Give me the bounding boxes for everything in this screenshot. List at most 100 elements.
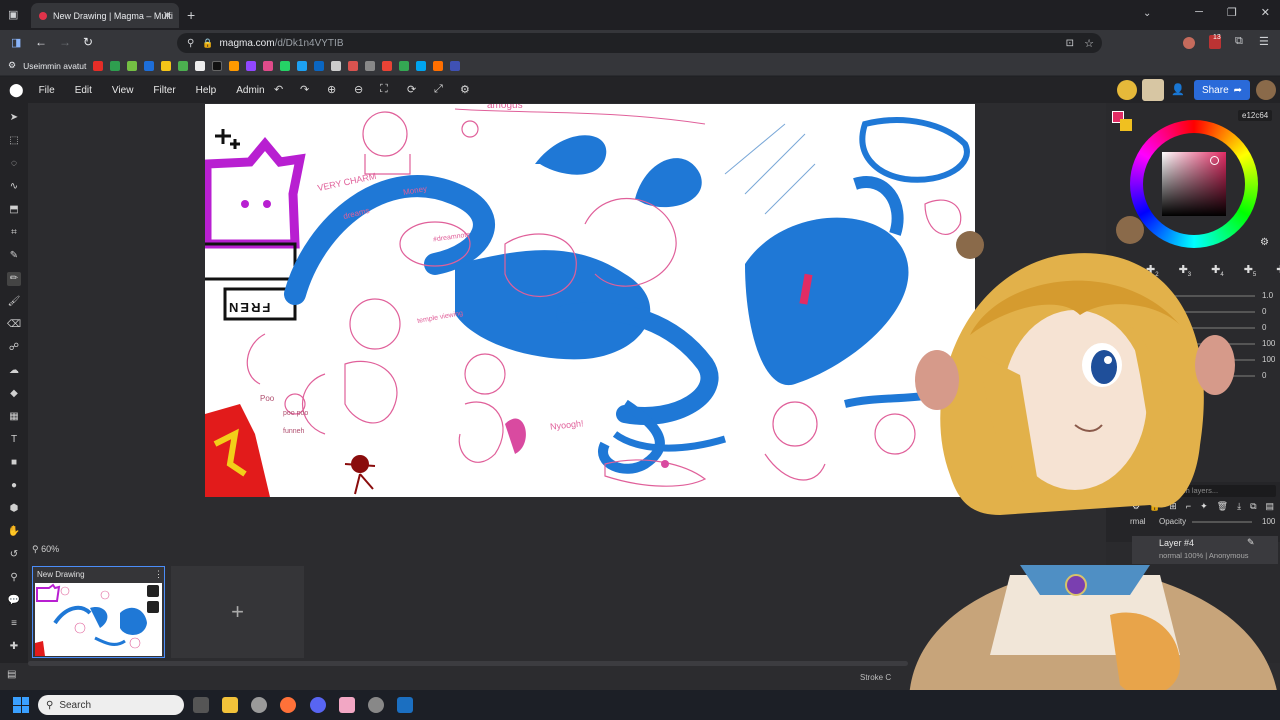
zoom-out-icon[interactable]: ⊖ xyxy=(354,83,363,96)
menu-help[interactable]: Help xyxy=(196,85,217,96)
maximize-icon[interactable]: ❐ xyxy=(1227,6,1237,19)
color-picker-handle[interactable] xyxy=(1210,156,1219,165)
bookmark-star-icon[interactable]: ☆ xyxy=(1084,37,1094,50)
bookmark-linkedin-icon[interactable] xyxy=(314,60,325,71)
site-info-icon[interactable]: ⚲ xyxy=(187,38,194,49)
gradient-icon[interactable]: ▦ xyxy=(7,410,21,424)
bookmark-yellow-icon[interactable] xyxy=(161,60,172,71)
drawing-canvas[interactable]: VERY CHARM Money dreams #dreamnote FREN … xyxy=(205,104,975,497)
comment-icon[interactable]: 💬 xyxy=(7,594,21,608)
settings-view-icon[interactable]: ⚙ xyxy=(460,83,470,96)
crop-icon[interactable]: ⌗ xyxy=(7,226,21,240)
chat-panel-icon[interactable]: ▤ xyxy=(7,669,16,680)
smudge-icon[interactable]: ☍ xyxy=(7,341,21,355)
browser-menu-icon[interactable]: ☰ xyxy=(1259,35,1269,48)
steam-icon[interactable] xyxy=(397,697,413,713)
tab-search-chevron-icon[interactable]: ⌄ xyxy=(1143,8,1151,19)
minimize-icon[interactable]: ─ xyxy=(1195,6,1203,19)
rectangle-shape-icon[interactable]: ■ xyxy=(7,456,21,470)
eraser-icon[interactable]: ⌫ xyxy=(7,318,21,332)
menu-edit[interactable]: Edit xyxy=(75,85,92,96)
fullscreen-icon[interactable]: ⤢ xyxy=(434,83,443,96)
user-avatar-1[interactable] xyxy=(1117,80,1137,100)
add-panel-icon[interactable]: ✚ xyxy=(7,640,21,654)
bookmark-white-icon[interactable] xyxy=(195,60,206,71)
bookmark-orange-icon[interactable] xyxy=(433,60,444,71)
sidebar-toggle-icon[interactable]: ◨ xyxy=(11,36,21,49)
url-bar[interactable]: ⚲ 🔒 magma.com /d/Dk1n4VYTIB ⊡ ☆ xyxy=(177,33,1102,53)
share-button[interactable]: Share ➦ xyxy=(1194,80,1250,100)
most-visited-folder[interactable]: Useimmin avatut xyxy=(23,61,86,71)
discord-icon[interactable] xyxy=(310,697,326,713)
eyedropper-icon[interactable]: ✎ xyxy=(7,249,21,263)
reload-icon[interactable]: ↻ xyxy=(83,35,93,49)
bookmark-grey-icon[interactable] xyxy=(331,60,342,71)
tab-magma[interactable]: New Drawing | Magma – Multi ✕ xyxy=(31,3,179,28)
extension-avatar-icon[interactable] xyxy=(1183,37,1195,49)
zoom-in-icon[interactable]: ⊕ xyxy=(327,83,336,96)
extensions-puzzle-icon[interactable]: ⧉ xyxy=(1235,35,1243,48)
tab-close-icon[interactable]: ✕ xyxy=(163,9,172,22)
bookmark-x-icon[interactable] xyxy=(212,60,223,71)
hand-tool-icon[interactable]: ✋ xyxy=(7,525,21,539)
bookmark-green-icon[interactable] xyxy=(178,60,189,71)
document-thumbnail[interactable]: New Drawing ⋮ xyxy=(32,566,165,658)
taskbar-search[interactable]: ⚲ Search xyxy=(38,695,184,715)
file-explorer-icon[interactable] xyxy=(222,697,238,713)
references-icon[interactable]: ≡ xyxy=(7,617,21,631)
text-tool-icon[interactable]: T xyxy=(7,433,21,447)
move-tool-icon[interactable]: ➤ xyxy=(7,111,21,125)
zoom-tool-icon[interactable]: ⚲ xyxy=(7,571,21,585)
bookmark-indigo-icon[interactable] xyxy=(450,60,461,71)
blur-icon[interactable]: ☁ xyxy=(7,364,21,378)
add-user-icon[interactable]: 👤 xyxy=(1171,83,1185,96)
bookmark-gmail-icon[interactable] xyxy=(382,60,393,71)
polygon-shape-icon[interactable]: ⬢ xyxy=(7,502,21,516)
documents-scrollbar[interactable] xyxy=(28,661,908,666)
bookmark-leaf-icon[interactable] xyxy=(127,60,138,71)
select-ellipse-icon[interactable]: ◌ xyxy=(7,157,21,171)
bookmark-amazon-icon[interactable] xyxy=(229,60,240,71)
menu-admin[interactable]: Admin xyxy=(236,85,264,96)
tab-actions-icon[interactable]: ▣ xyxy=(8,8,18,21)
secondary-color-swatch[interactable] xyxy=(1120,119,1132,131)
bookmark-twitter-icon[interactable] xyxy=(297,60,308,71)
transform-icon[interactable]: ⬒ xyxy=(7,203,21,217)
pencil-icon[interactable]: ✏ xyxy=(7,272,21,286)
undo-icon[interactable]: ↶ xyxy=(274,83,283,96)
menu-filter[interactable]: Filter xyxy=(153,85,175,96)
task-view-icon[interactable] xyxy=(193,697,209,713)
back-arrow-icon[interactable]: ← xyxy=(35,35,47,49)
bookmark-red-icon[interactable] xyxy=(348,60,359,71)
rotate-view-icon[interactable]: ⟳ xyxy=(407,83,416,96)
redo-icon[interactable]: ↷ xyxy=(300,83,309,96)
forward-arrow-icon[interactable]: → xyxy=(59,35,71,49)
color-hex-value[interactable]: e12c64 xyxy=(1238,110,1273,121)
bookmark-edge-icon[interactable] xyxy=(416,60,427,71)
close-window-icon[interactable]: ✕ xyxy=(1261,6,1270,19)
ellipse-shape-icon[interactable]: ● xyxy=(7,479,21,493)
brush-icon[interactable]: 🖌 xyxy=(7,295,21,309)
bookmark-pink-icon[interactable] xyxy=(263,60,274,71)
obs-icon[interactable] xyxy=(368,697,384,713)
install-app-icon[interactable]: ⊡ xyxy=(1066,38,1074,49)
taskbar-app-icon[interactable] xyxy=(251,697,267,713)
user-avatar-2[interactable] xyxy=(1142,79,1164,101)
menu-view[interactable]: View xyxy=(112,85,134,96)
firefox-icon[interactable] xyxy=(280,697,296,713)
bookmark-drive-icon[interactable] xyxy=(399,60,410,71)
bookmark-blue-icon[interactable] xyxy=(144,60,155,71)
own-avatar[interactable] xyxy=(1256,80,1276,100)
bookmark-twitch-icon[interactable] xyxy=(246,60,257,71)
zoom-level[interactable]: ⚲ 60% xyxy=(32,544,59,555)
select-rect-icon[interactable]: ⬚ xyxy=(7,134,21,148)
bookmark-square-icon[interactable] xyxy=(365,60,376,71)
vtube-app-icon[interactable] xyxy=(339,697,355,713)
bookmark-sheets-icon[interactable] xyxy=(110,60,121,71)
new-document-button[interactable]: + xyxy=(171,566,304,658)
new-tab-button[interactable]: + xyxy=(187,7,195,23)
windows-start-icon[interactable] xyxy=(13,697,29,713)
document-menu-icon[interactable]: ⋮ xyxy=(154,569,163,580)
paint-bucket-icon[interactable]: ◆ xyxy=(7,387,21,401)
lasso-icon[interactable]: ∿ xyxy=(7,180,21,194)
